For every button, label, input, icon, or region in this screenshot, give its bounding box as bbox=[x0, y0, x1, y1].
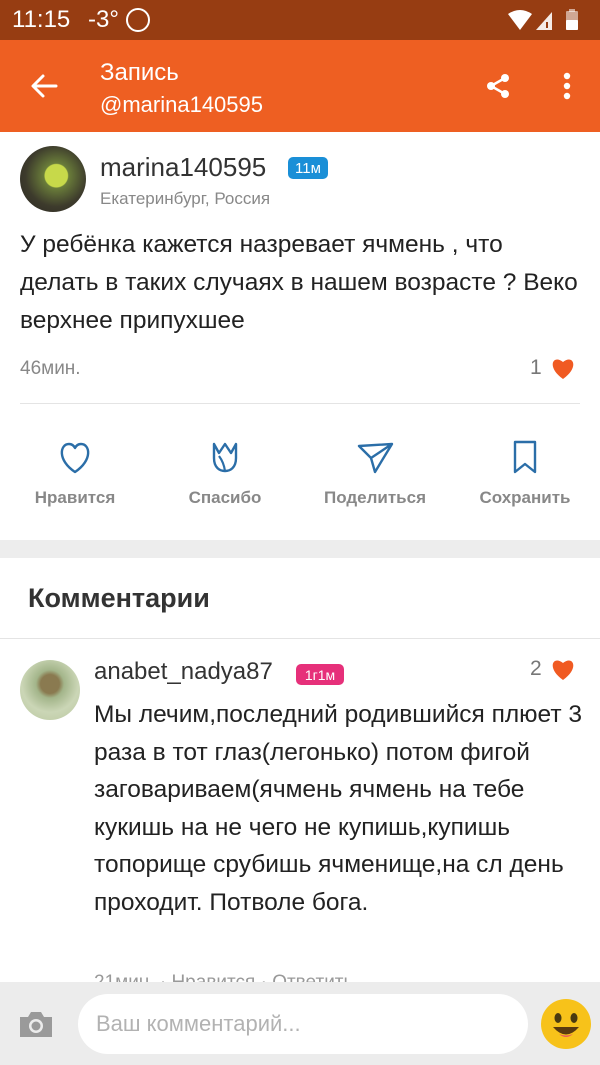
share-action-label: Поделиться bbox=[323, 488, 427, 507]
post-author-name[interactable]: marina140595 bbox=[100, 152, 266, 183]
thanks-action-label: Спасибо bbox=[188, 488, 262, 507]
paper-plane-icon bbox=[357, 442, 394, 474]
heart-outline-icon bbox=[60, 442, 90, 474]
status-temperature: -3° bbox=[88, 6, 119, 33]
post-author-avatar[interactable] bbox=[20, 146, 86, 212]
camera-icon bbox=[20, 1012, 52, 1037]
status-time: 11:15 bbox=[12, 6, 71, 33]
signal-battery-icon bbox=[508, 9, 578, 30]
share-action-button[interactable]: Поделиться bbox=[310, 436, 440, 516]
page-title: Запись bbox=[100, 59, 179, 86]
comment-author-name[interactable]: anabet_nadya87 bbox=[94, 658, 273, 686]
comment-text: Мы лечим,последний родившийся плюет 3 ра… bbox=[94, 701, 583, 916]
section-separator bbox=[0, 540, 600, 558]
camera-button[interactable] bbox=[14, 1004, 58, 1044]
heart-icon bbox=[552, 359, 574, 379]
page-subtitle: @marina140595 bbox=[100, 92, 263, 117]
author-badge: 11м bbox=[288, 157, 328, 179]
post-location: Екатеринбург, Россия bbox=[100, 189, 271, 208]
save-action-button[interactable]: Сохранить bbox=[460, 436, 590, 516]
post-text: У ребёнка кажется назревает ячмень , что… bbox=[20, 231, 578, 334]
save-action-label: Сохранить bbox=[479, 488, 571, 507]
comment-input[interactable] bbox=[78, 994, 528, 1054]
app-bar: Запись @marina140595 bbox=[0, 40, 600, 132]
share-icon bbox=[487, 74, 509, 98]
tulip-icon bbox=[212, 442, 238, 473]
more-options-button[interactable] bbox=[545, 64, 589, 108]
heart-icon[interactable] bbox=[550, 657, 576, 681]
comment-author-badge: 1г1м bbox=[296, 664, 344, 685]
comment-author-avatar[interactable] bbox=[20, 660, 80, 720]
share-button[interactable] bbox=[476, 64, 520, 108]
app-notification-icon bbox=[126, 8, 150, 32]
post-like-count: 1 bbox=[530, 356, 542, 379]
comments-heading: Комментарии bbox=[28, 583, 210, 613]
more-vertical-icon bbox=[563, 72, 571, 100]
back-button[interactable] bbox=[22, 64, 66, 108]
divider bbox=[0, 638, 600, 639]
like-action-button[interactable]: Нравится bbox=[10, 436, 140, 516]
comment-like-count: 2 bbox=[530, 657, 542, 680]
arrow-left-icon bbox=[31, 74, 58, 98]
like-action-label: Нравится bbox=[34, 488, 116, 507]
bookmark-icon bbox=[513, 440, 537, 474]
post-time: 46мин. bbox=[20, 358, 81, 379]
status-bar: 11:15 -3° bbox=[0, 0, 600, 40]
smiley-icon[interactable] bbox=[540, 998, 592, 1050]
comment-composer bbox=[0, 982, 600, 1065]
thanks-action-button[interactable]: Спасибо bbox=[160, 436, 290, 516]
divider bbox=[20, 403, 580, 404]
